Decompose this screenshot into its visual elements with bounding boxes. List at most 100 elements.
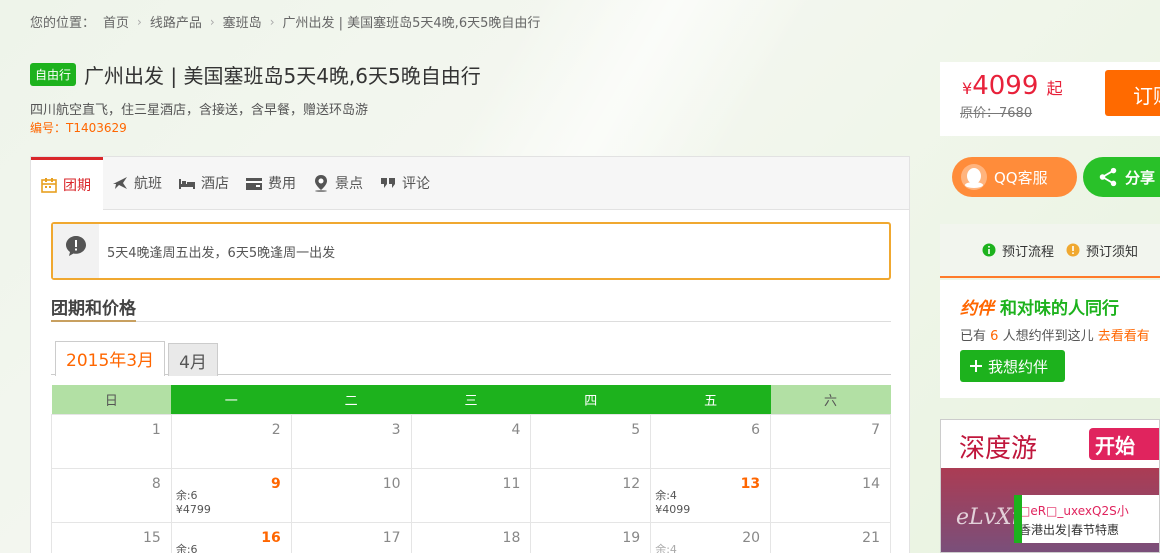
price-amount: 4099 [972, 71, 1039, 101]
calendar-day-cell-available[interactable]: 13 余:4 ¥4099 [650, 467, 772, 523]
chevron-right-icon: › [269, 14, 275, 29]
departure-calendar: 日 一 二 三 四 五 六 1 2 3 4 5 6 7 8 9 余:6 ¥479… [51, 385, 891, 553]
plane-icon [113, 177, 127, 189]
day-number: 21 [862, 529, 880, 546]
day-number: 10 [382, 475, 401, 492]
comment-icon [381, 178, 395, 188]
calendar-day-cell-available[interactable]: 16 余:6 [170, 521, 292, 553]
day-number: 6 [751, 421, 761, 438]
day-price: ¥4099 [655, 502, 691, 516]
companion-suffix: 人想约伴到这儿 [1002, 329, 1094, 344]
companion-view-link[interactable]: 去看看有 [1098, 329, 1150, 344]
day-info: 余:4 ¥4099 [655, 489, 690, 517]
warning-icon [1066, 243, 1080, 257]
weekday-header: 五 [650, 385, 771, 414]
promo-ribbon-accent [1014, 495, 1022, 543]
companion-count: 6 [990, 329, 999, 344]
order-button[interactable]: 订购 [1105, 70, 1160, 116]
tab-label: 费用 [268, 176, 296, 192]
day-number: 15 [143, 529, 161, 546]
tab-reviews[interactable]: 评论 [371, 157, 438, 209]
tab-flight[interactable]: 航班 [103, 157, 170, 209]
calendar-day-cell: 6 [650, 413, 772, 469]
stock-left: 余:6 [175, 542, 198, 553]
day-price: ¥4799 [175, 502, 211, 516]
calendar-day-cell: 3 [290, 413, 412, 469]
companion-title-text: 和对味的人同行 [1000, 299, 1119, 319]
main-panel: 团期 航班 酒店 费用 景点 评论 5天4晚逢周五出发，6天5晚逢周一出发 团期… [30, 156, 910, 553]
day-number: 19 [622, 529, 641, 546]
weekday-header: 六 [770, 385, 891, 414]
promo-calligraphy: 深度游 [959, 434, 1038, 464]
booking-process-label: 预订流程 [1002, 244, 1055, 260]
currency-symbol: ¥ [962, 79, 973, 98]
tab-hotel[interactable]: 酒店 [170, 157, 237, 209]
notice-text: 5天4晚逢周五出发，6天5晚逢周一出发 [107, 245, 336, 261]
section-title: 团期和价格 [51, 294, 891, 322]
day-number: 11 [502, 475, 521, 492]
day-number: 8 [151, 475, 161, 492]
breadcrumb: 您的位置： 首页 › 线路产品 › 塞班岛 › 广州出发 | 美国塞班岛5天4晚… [30, 12, 541, 32]
booking-process-link[interactable]: 预订流程 [982, 241, 1054, 260]
breadcrumb-current: 广州出发 | 美国塞班岛5天4晚,6天5晚自由行 [282, 16, 541, 31]
product-title: 广州出发 | 美国塞班岛5天4晚,6天5晚自由行 [84, 64, 481, 88]
day-info: 余:6 ¥4799 [176, 489, 211, 517]
promo-ribbon: □eR□_uxexQ2S小 香港出发|春节特惠 [1014, 495, 1159, 543]
day-number: 14 [862, 475, 880, 492]
promo-banner[interactable]: 深度游 开始 eLvXingCom □eR□_uxexQ2S小 香港出发|春节特… [940, 419, 1160, 553]
share-button[interactable]: 分享 [1083, 157, 1160, 197]
breadcrumb-saipan[interactable]: 塞班岛 [223, 12, 262, 31]
day-number: 13 [740, 475, 761, 492]
original-price: 原价：7680 [960, 106, 1033, 121]
calendar-day-cell: 7 [770, 413, 891, 469]
tab-label: 评论 [402, 176, 430, 192]
day-number: 16 [261, 529, 281, 546]
day-number: 4 [511, 421, 521, 438]
calendar-day-cell: 4 [410, 413, 532, 469]
section-title-text: 团期和价格 [51, 294, 136, 322]
alert-icon [66, 236, 86, 256]
detail-tabs: 团期 航班 酒店 费用 景点 评论 [31, 157, 909, 210]
product-subtitle: 四川航空直飞，住三星酒店，含接送，含早餐，赠送环岛游 [30, 103, 369, 118]
wallet-icon [246, 178, 262, 190]
booking-notes-link[interactable]: 预订须知 [1066, 241, 1138, 260]
calendar-icon [41, 178, 57, 193]
promo-start-label: 开始 [1089, 428, 1159, 460]
tab-label: 景点 [335, 176, 363, 192]
stock-left: 余:4 [655, 488, 677, 502]
tab-fees[interactable]: 费用 [237, 157, 304, 209]
calendar-day-cell: 18 [410, 521, 532, 553]
day-number: 2 [271, 421, 281, 438]
calendar-day-cell-available[interactable]: 9 余:6 ¥4799 [170, 467, 292, 523]
companion-title: 约伴 和对味的人同行 [960, 294, 1119, 319]
departure-notice: 5天4晚逢周五出发，6天5晚逢周一出发 [51, 222, 891, 280]
month-tab-april[interactable]: 4月 [168, 343, 218, 376]
breadcrumb-routes[interactable]: 线路产品 [150, 12, 202, 31]
calendar-day-cell: 12 [530, 467, 652, 523]
calendar-day-cell: 17 [290, 521, 412, 553]
share-icon [1099, 167, 1117, 187]
promo-ribbon-line2: 香港出发|春节特惠 [1019, 523, 1120, 537]
tab-schedule[interactable]: 团期 [31, 157, 103, 210]
tab-attractions[interactable]: 景点 [304, 157, 371, 209]
qq-service-button[interactable]: QQ客服 [952, 157, 1077, 197]
weekday-header: 三 [411, 385, 531, 414]
calendar-day-cell: 1 [51, 413, 172, 469]
calendar-day-cell: 15 [51, 521, 172, 553]
companion-logo: 约伴 [960, 299, 994, 319]
current-price: ¥4099 起 [962, 71, 1063, 101]
calendar-day-cell: 20 余:4 [650, 521, 772, 553]
day-number: 20 [742, 529, 761, 546]
month-tab-march[interactable]: 2015年3月 [55, 341, 166, 376]
price-box: ¥4099 起 原价：7680 订购 [940, 62, 1160, 136]
find-companion-label: 我想约伴 [988, 357, 1049, 376]
calendar-day-cell: 14 [770, 467, 891, 523]
notice-icon-box [53, 224, 99, 278]
calendar-week-row: 1 2 3 4 5 6 7 [51, 413, 891, 469]
find-companion-button[interactable]: 我想约伴 [960, 350, 1065, 382]
weekday-header: 四 [530, 385, 651, 414]
calendar-day-cell: 10 [290, 467, 412, 523]
breadcrumb-home[interactable]: 首页 [103, 12, 129, 31]
day-number: 1 [151, 421, 161, 438]
calendar-day-cell: 2 [170, 413, 292, 469]
